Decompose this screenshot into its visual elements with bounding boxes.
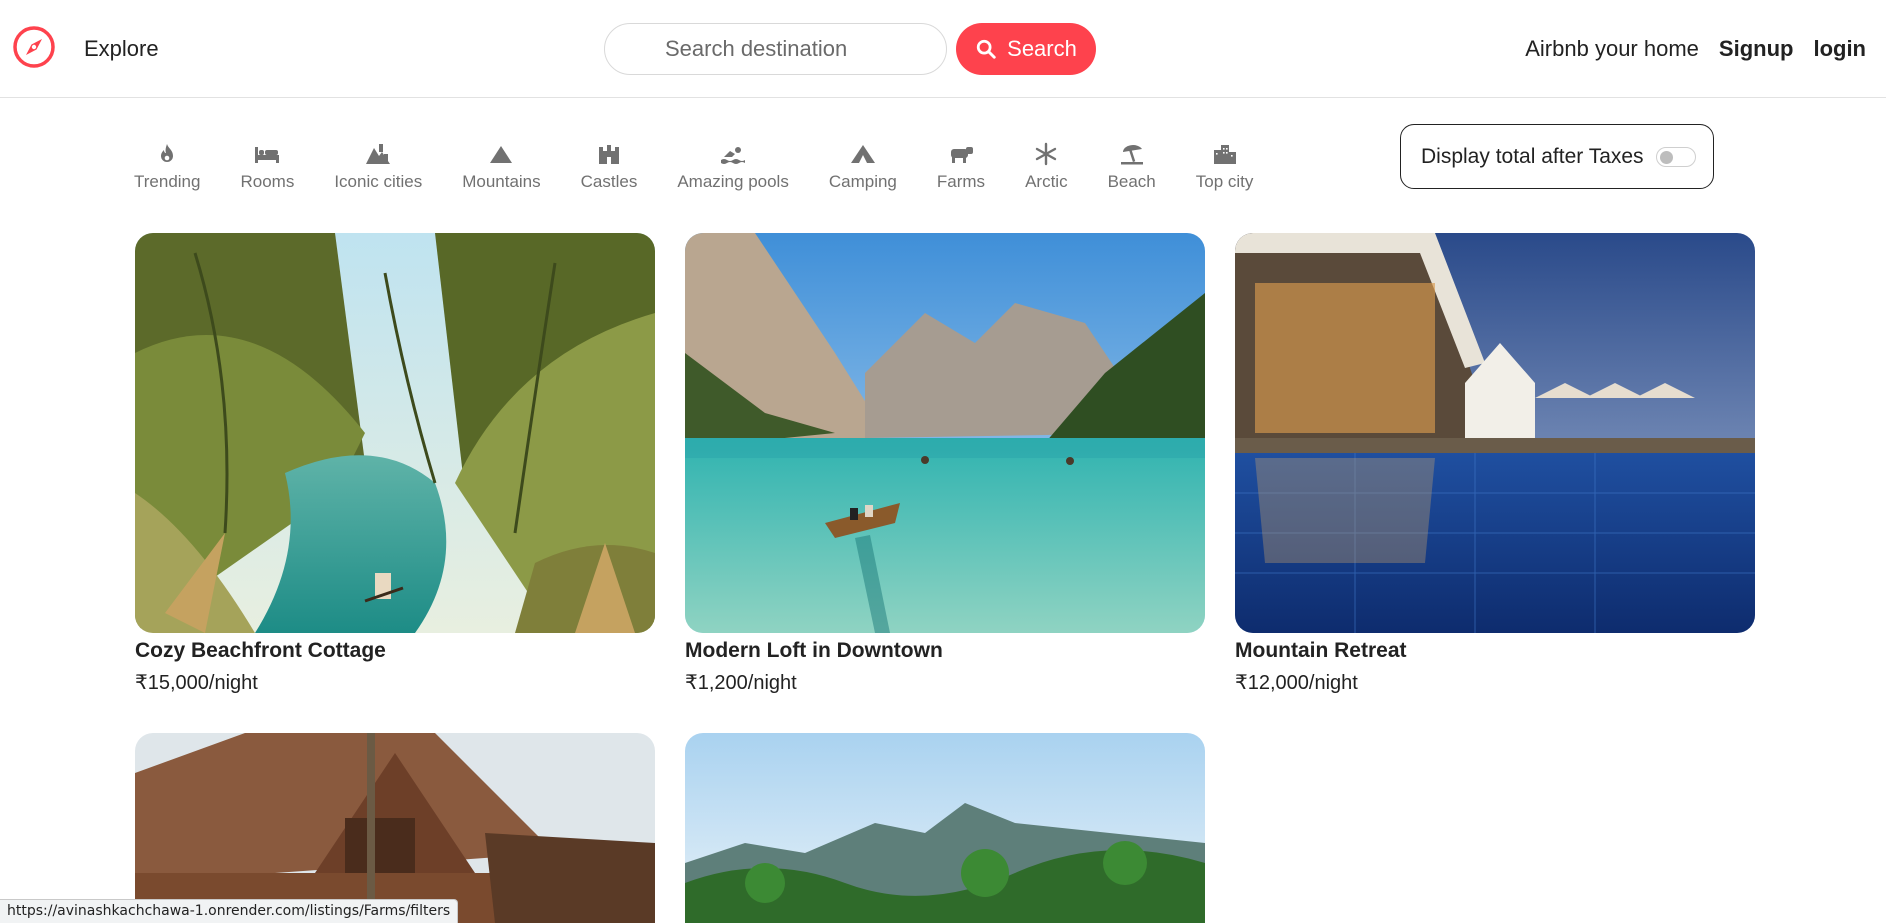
listing-card[interactable] (685, 733, 1205, 923)
listing-price: ₹1,200/night (685, 672, 797, 694)
search-icon (976, 39, 996, 59)
switch-knob (1659, 150, 1673, 164)
listing-price: ₹12,000/night (1235, 672, 1358, 694)
airbnb-your-home-link[interactable]: Airbnb your home (1525, 36, 1699, 62)
listing-image[interactable] (135, 733, 655, 923)
listing-card[interactable]: Modern Loft in Downtown ₹1,200/night (685, 233, 1205, 695)
city-icon (1212, 142, 1238, 166)
tax-switch[interactable] (1655, 146, 1696, 167)
filter-label: Top city (1195, 172, 1254, 191)
filter-trending[interactable]: Trending (134, 142, 200, 192)
filter-amazing-pools[interactable]: Amazing pools (677, 142, 789, 192)
explore-link[interactable]: Explore (84, 36, 159, 62)
listing-image[interactable] (685, 233, 1205, 633)
fire-icon (154, 142, 180, 166)
page: Explore Search Airbnb your home Signup l… (0, 0, 1886, 923)
cow-icon (948, 142, 974, 166)
filter-mountains[interactable]: Mountains (462, 142, 541, 192)
filter-label: Amazing pools (677, 172, 789, 191)
tax-toggle-label: Display total after Taxes (1421, 144, 1644, 168)
listing-image[interactable] (1235, 233, 1755, 633)
filter-iconic-cities[interactable]: Iconic cities (334, 142, 422, 192)
filter-label: Mountains (462, 172, 541, 191)
signup-link[interactable]: Signup (1719, 36, 1794, 62)
search-input[interactable] (604, 23, 947, 75)
campground-icon (850, 142, 876, 166)
filter-top-city[interactable]: Top city (1195, 142, 1254, 192)
filter-label: Trending (134, 172, 201, 191)
status-bar-url: https://avinashkachchawa-1.onrender.com/… (0, 899, 459, 923)
person-swimming-icon (720, 142, 746, 166)
mountain-city-icon (365, 142, 391, 166)
castle-icon (596, 142, 622, 166)
listing-price: ₹15,000/night (135, 672, 258, 694)
filter-farms[interactable]: Farms (937, 142, 985, 192)
nav-links: Airbnb your home Signup login (1525, 36, 1866, 62)
filter-label: Arctic (1025, 172, 1068, 191)
listing-image[interactable] (135, 233, 655, 633)
listing-card[interactable]: Cozy Beachfront Cottage ₹15,000/night (135, 233, 655, 695)
mountain-icon (488, 142, 514, 166)
navbar: Explore Search Airbnb your home Signup l… (0, 0, 1886, 98)
filter-beach[interactable]: Beach (1108, 142, 1156, 192)
listing-title: Modern Loft in Downtown (685, 639, 943, 662)
filter-rooms[interactable]: Rooms (240, 142, 294, 192)
filter-label: Rooms (240, 172, 295, 191)
filter-label: Beach (1107, 172, 1156, 191)
filter-label: Farms (936, 172, 986, 191)
filter-label: Camping (828, 172, 897, 191)
filter-label: Iconic cities (334, 172, 423, 191)
listing-image[interactable] (685, 733, 1205, 923)
login-link[interactable]: login (1813, 36, 1866, 62)
snowflake-icon (1033, 142, 1059, 166)
filter-bar: Trending Rooms Iconic cities Mountains C… (134, 142, 1253, 198)
umbrella-beach-icon (1119, 142, 1145, 166)
bed-icon (254, 142, 280, 166)
listing-title: Mountain Retreat (1235, 639, 1407, 662)
listing-title: Cozy Beachfront Cottage (135, 639, 386, 662)
filter-castles[interactable]: Castles (580, 142, 638, 192)
search-button[interactable]: Search (956, 23, 1096, 75)
filter-arctic[interactable]: Arctic (1025, 142, 1068, 192)
filter-camping[interactable]: Camping (829, 142, 897, 192)
compass-icon[interactable] (12, 25, 56, 69)
tax-toggle: Display total after Taxes (1400, 124, 1714, 189)
search-button-label: Search (1007, 36, 1077, 61)
listing-card[interactable]: Mountain Retreat ₹12,000/night (1235, 233, 1755, 695)
filter-label: Castles (580, 172, 638, 191)
listing-card[interactable] (135, 733, 655, 923)
